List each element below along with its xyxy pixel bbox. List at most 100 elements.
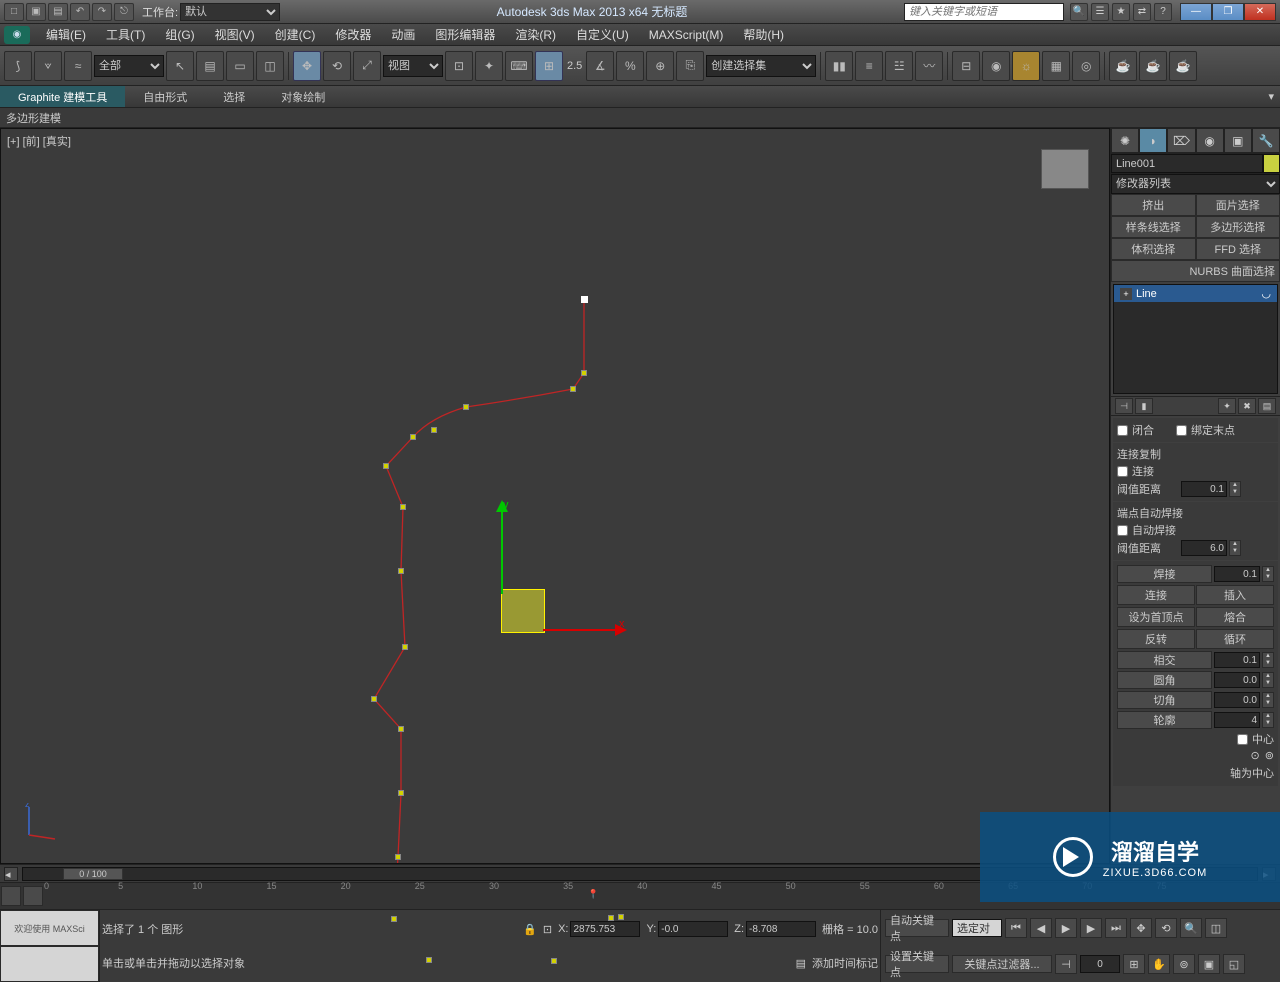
next-frame-icon[interactable]: ▶ [1080, 918, 1102, 938]
rollout-area[interactable]: 闭合 绑定末点 连接复制 连接 阈值距离▲▼ 端点自动焊接 自动焊接 阈值距离▲… [1111, 416, 1280, 864]
nav-zoom-icon[interactable]: 🔍 [1180, 918, 1202, 938]
cycle-button[interactable]: 循环 [1196, 629, 1274, 649]
spline-endpoint[interactable] [581, 296, 588, 303]
weld-field[interactable] [1214, 566, 1260, 582]
undo-icon[interactable]: ↶ [70, 3, 90, 21]
star-icon[interactable]: ★ [1112, 3, 1130, 21]
key-mode-icon[interactable]: ⊣ [1055, 954, 1077, 974]
rendered-frame-icon[interactable]: ▦ [1042, 51, 1070, 81]
connect-button[interactable]: 连接 [1117, 585, 1195, 605]
maximize-button[interactable]: ❐ [1212, 3, 1244, 21]
ribbon-tab-graphite[interactable]: Graphite 建模工具 [0, 86, 125, 107]
scale-icon[interactable]: ⤢ [353, 51, 381, 81]
spline-vertex[interactable] [391, 916, 397, 922]
closed-checkbox[interactable] [1117, 425, 1128, 436]
make-unique-icon[interactable]: ✦ [1218, 398, 1236, 414]
connect-checkbox[interactable] [1117, 466, 1128, 477]
add-time-tag[interactable]: 添加时间标记 [812, 955, 878, 971]
fillet-field[interactable] [1214, 672, 1260, 688]
nav-fov-icon[interactable]: ◫ [1205, 918, 1227, 938]
new-icon[interactable]: □ [4, 3, 24, 21]
threshold1-spinner[interactable]: ▲▼ [1229, 481, 1241, 497]
cross-field[interactable] [1214, 652, 1260, 668]
show-end-result-icon[interactable]: ▮ [1135, 398, 1153, 414]
stack-expand-icon[interactable]: + [1120, 288, 1132, 300]
nav-pan2-icon[interactable]: ✋ [1148, 954, 1170, 974]
modifier-list-dropdown[interactable]: 修改器列表 [1111, 174, 1280, 194]
window-crossing-icon[interactable]: ◫ [256, 51, 284, 81]
spline-vertex[interactable] [398, 726, 404, 732]
outline-field[interactable] [1214, 712, 1260, 728]
setkey-button[interactable]: 设置关键点 [885, 955, 949, 973]
goto-end-icon[interactable]: ⏭ [1105, 918, 1127, 938]
spline-vertex[interactable] [463, 404, 469, 410]
spline-vertex[interactable] [581, 370, 587, 376]
search-icon[interactable]: 🔍 [1070, 3, 1088, 21]
chamfer-button[interactable]: 切角 [1117, 691, 1212, 709]
threshold2-spinner[interactable]: ▲▼ [1229, 540, 1241, 556]
menu-edit[interactable]: 编辑(E) [36, 24, 96, 45]
remove-modifier-icon[interactable]: ✖ [1238, 398, 1256, 414]
edit-named-sel-icon[interactable]: ⎘ [676, 51, 704, 81]
save-icon[interactable]: ▤ [48, 3, 68, 21]
cross-button[interactable]: 相交 [1117, 651, 1212, 669]
layers-icon[interactable]: ☳ [885, 51, 913, 81]
nav-orbit-icon[interactable]: ⟲ [1155, 918, 1177, 938]
play-icon[interactable]: ▶ [1055, 918, 1077, 938]
ref-coord-system[interactable]: 视图 [383, 55, 443, 77]
teapot2-icon[interactable]: ☕ [1139, 51, 1167, 81]
pinhead-icon[interactable]: 📍 [588, 889, 599, 900]
link-icon[interactable]: ⟆ [4, 51, 32, 81]
fuse-button[interactable]: 熔合 [1196, 607, 1274, 627]
trackbar-btn1[interactable] [1, 886, 21, 906]
exchange-icon[interactable]: ⇄ [1133, 3, 1151, 21]
select-manipulate-icon[interactable]: ✦ [475, 51, 503, 81]
timeline-left-icon[interactable]: ◂ [4, 867, 18, 881]
mod-btn-poly-select[interactable]: 多边形选择 [1196, 216, 1280, 238]
rotate-icon[interactable]: ⟲ [323, 51, 351, 81]
insert-button[interactable]: 插入 [1196, 585, 1274, 605]
reverse-button[interactable]: 反转 [1117, 629, 1195, 649]
y-coord-field[interactable] [658, 921, 728, 937]
nav-max-icon[interactable]: ◱ [1223, 954, 1245, 974]
open-icon[interactable]: ▣ [26, 3, 46, 21]
maxscript-mini-listener[interactable]: 欢迎使用 MAXSci [0, 910, 99, 946]
fillet-button[interactable]: 圆角 [1117, 671, 1212, 689]
goto-start-icon[interactable]: ⏮ [1005, 918, 1027, 938]
schematic-view-icon[interactable]: ⊟ [952, 51, 980, 81]
trackbar-btn2[interactable] [23, 886, 43, 906]
mod-btn-spline-select[interactable]: 样条线选择 [1111, 216, 1196, 238]
make-first-button[interactable]: 设为首顶点 [1117, 607, 1195, 627]
prev-frame-icon[interactable]: ◀ [1030, 918, 1052, 938]
time-slider-thumb[interactable]: 0 / 100 [63, 868, 123, 880]
mod-btn-volume-select[interactable]: 体积选择 [1111, 238, 1196, 260]
utilities-tab-icon[interactable]: 🔧 [1252, 128, 1280, 153]
x-coord-field[interactable] [570, 921, 640, 937]
menu-rendering[interactable]: 渲染(R) [505, 24, 566, 45]
align-icon[interactable]: ≡ [855, 51, 883, 81]
mod-btn-ffd-select[interactable]: FFD 选择 [1196, 238, 1280, 260]
mirror-icon[interactable]: ▮▮ [825, 51, 853, 81]
lock-icon[interactable]: 🔒 [523, 923, 537, 936]
spline-vertex[interactable] [398, 790, 404, 796]
pivot-icon[interactable]: ⊙ [1251, 749, 1260, 762]
redo-icon[interactable]: ↷ [92, 3, 112, 21]
minimize-button[interactable]: — [1180, 3, 1212, 21]
menu-animation[interactable]: 动画 [381, 24, 425, 45]
help-icon[interactable]: ? [1154, 3, 1172, 21]
ribbon-panel[interactable]: 多边形建模 [0, 108, 1280, 128]
workspace-select[interactable]: 默认 [180, 3, 280, 21]
bind-end-checkbox[interactable] [1176, 425, 1187, 436]
object-name-field[interactable] [1111, 154, 1263, 173]
spline-vertex[interactable] [426, 957, 432, 963]
teapot3-icon[interactable]: ☕ [1169, 51, 1197, 81]
display-tab-icon[interactable]: ▣ [1224, 128, 1252, 153]
bind-spacewarp-icon[interactable]: ≈ [64, 51, 92, 81]
current-frame-field[interactable] [1080, 955, 1120, 973]
outline-button[interactable]: 轮廓 [1117, 711, 1212, 729]
spline-vertex[interactable] [618, 914, 624, 920]
ribbon-minimize-icon[interactable]: ▾ [1262, 90, 1280, 103]
nav-walk-icon[interactable]: ⊚ [1173, 954, 1195, 974]
mod-btn-patch-select[interactable]: 面片选择 [1196, 194, 1280, 216]
time-config-icon[interactable]: ⊞ [1123, 954, 1145, 974]
